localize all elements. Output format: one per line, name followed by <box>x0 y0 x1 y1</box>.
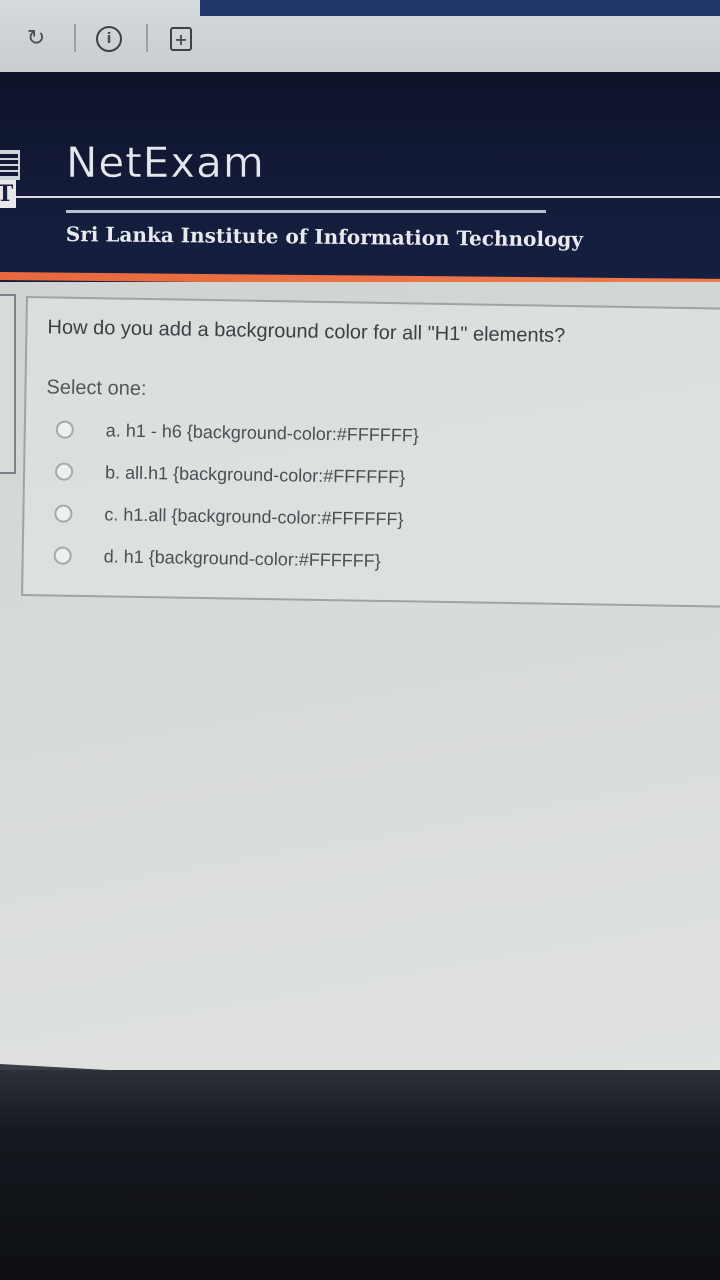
title-underline <box>66 210 546 213</box>
info-icon[interactable]: i <box>96 26 122 52</box>
option-label: c. h1.all {background-color:#FFFFFF} <box>104 503 404 529</box>
answer-option-a[interactable]: a. h1 - h6 {background-color:#FFFFFF} <box>55 415 420 451</box>
radio-button[interactable] <box>55 420 74 439</box>
answer-option-c[interactable]: c. h1.all {background-color:#FFFFFF} <box>54 499 404 535</box>
question-card: How do you add a background color for al… <box>21 296 720 608</box>
browser-toolbar: ↻ i + <box>0 0 720 72</box>
logo-grid-icon <box>0 150 20 180</box>
radio-button[interactable] <box>53 546 72 565</box>
reload-icon[interactable]: ↻ <box>24 26 48 51</box>
monitor-bezel <box>0 1070 720 1280</box>
question-info-panel <box>0 294 16 474</box>
institute-logo: T <box>0 150 24 230</box>
question-text: How do you add a background color for al… <box>47 316 566 347</box>
radio-button[interactable] <box>54 504 73 523</box>
option-label: a. h1 - h6 {background-color:#FFFFFF} <box>105 419 420 446</box>
toolbar-separator <box>74 24 76 52</box>
option-label: d. h1 {background-color:#FFFFFF} <box>103 545 381 571</box>
select-one-prompt: Select one: <box>46 376 147 401</box>
option-label: b. all.h1 {background-color:#FFFFFF} <box>104 461 406 487</box>
site-title: NetExam <box>66 138 265 187</box>
logo-letter: T <box>0 180 16 208</box>
toolbar-accent <box>200 0 720 16</box>
answer-option-d[interactable]: d. h1 {background-color:#FFFFFF} <box>53 540 381 575</box>
toolbar-separator <box>146 24 148 52</box>
header-divider <box>0 196 720 198</box>
radio-button[interactable] <box>54 462 74 481</box>
answer-option-b[interactable]: b. all.h1 {background-color:#FFFFFF} <box>54 457 406 493</box>
new-tab-icon[interactable]: + <box>170 27 192 51</box>
